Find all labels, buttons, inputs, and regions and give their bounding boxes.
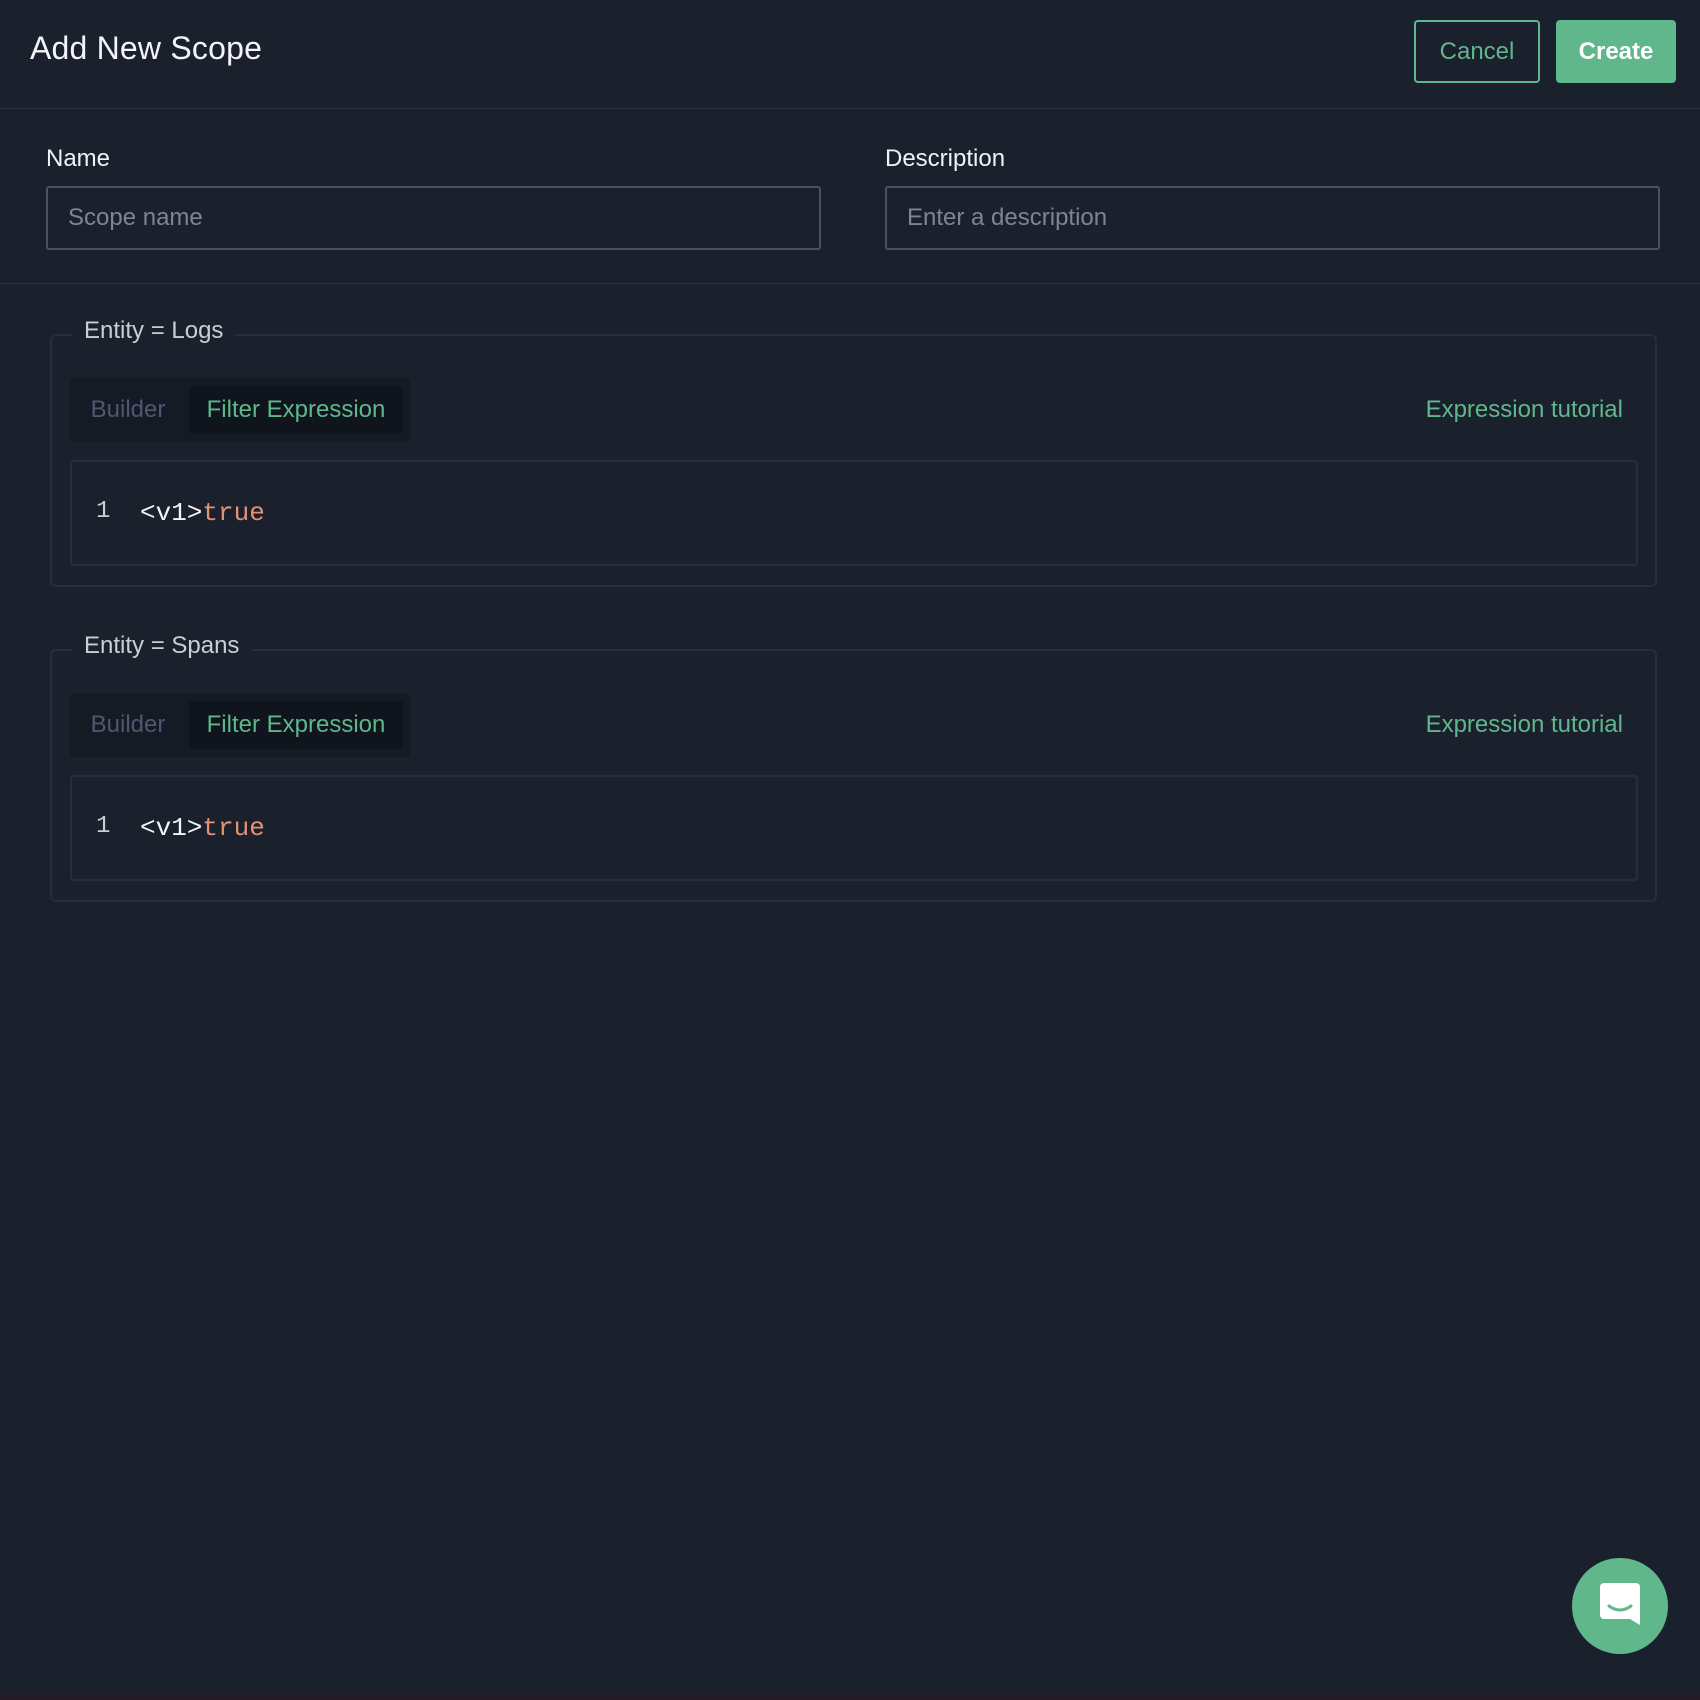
entity-legend: Entity = Logs [72,317,236,345]
name-input[interactable] [46,186,821,250]
code-value: true [202,813,265,843]
code-line: <v1>true [140,813,265,843]
code-line: <v1>true [140,498,265,528]
name-label: Name [46,145,111,172]
entity-spans-section: Entity = Spans Builder Filter Expression… [50,632,1657,902]
chat-launcher-button[interactable] [1572,1558,1668,1654]
cancel-button[interactable]: Cancel [1414,20,1540,83]
description-label: Description [885,145,1006,172]
code-version-tag: <v1> [140,498,203,528]
entity-legend: Entity = Spans [72,632,252,660]
expression-editor[interactable]: 1 <v1>true [70,460,1638,566]
mode-tabs: Builder Filter Expression [70,378,410,442]
line-number: 1 [96,813,111,840]
description-input[interactable] [885,186,1660,250]
tab-builder[interactable]: Builder [78,701,178,749]
expression-editor[interactable]: 1 <v1>true [70,775,1638,881]
scope-details-form: Name Description [0,109,1700,284]
code-value: true [202,498,265,528]
expression-tutorial-link[interactable]: Expression tutorial [1426,711,1623,739]
code-version-tag: <v1> [140,813,203,843]
line-number: 1 [96,498,111,525]
bottom-edge-strip [0,1694,1700,1700]
mode-tabs: Builder Filter Expression [70,693,410,757]
page-title: Add New Scope [30,30,263,66]
chat-bubble-icon [1598,1581,1642,1632]
page-header: Add New Scope Cancel Create [0,0,1700,109]
tab-filter-expression[interactable]: Filter Expression [189,386,403,434]
tab-filter-expression[interactable]: Filter Expression [189,701,403,749]
tab-builder[interactable]: Builder [78,386,178,434]
expression-tutorial-link[interactable]: Expression tutorial [1426,396,1623,424]
entity-logs-section: Entity = Logs Builder Filter Expression … [50,317,1657,587]
create-button[interactable]: Create [1556,20,1676,83]
